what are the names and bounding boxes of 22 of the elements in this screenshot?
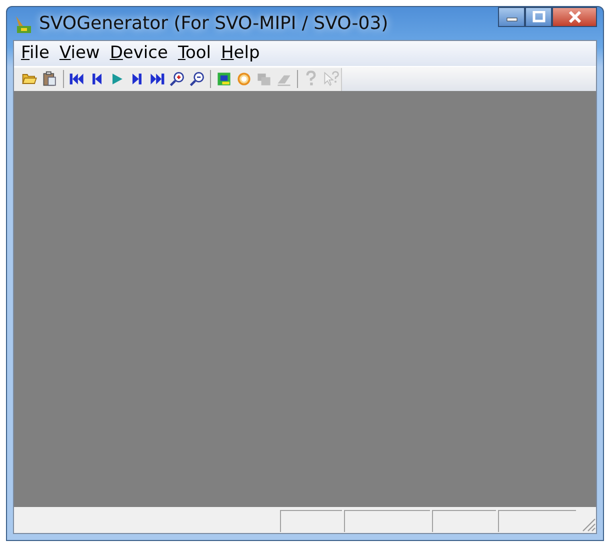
zoom-out-icon — [188, 70, 206, 88]
menu-item[interactable]: Device — [104, 40, 173, 66]
maximize-icon — [532, 11, 546, 23]
clipboard-icon — [41, 70, 59, 88]
app-icon — [13, 14, 33, 34]
toolbar-button[interactable] — [187, 69, 207, 89]
menu-item[interactable]: File — [16, 40, 54, 66]
close-icon — [566, 10, 582, 24]
toolbar-button[interactable] — [167, 69, 187, 89]
maximize-button[interactable] — [525, 7, 552, 27]
status-pane — [280, 510, 342, 532]
gear-icon — [235, 70, 253, 88]
window-title: SVOGenerator (For SVO-MIPI / SVO-03) — [39, 12, 388, 36]
zoom-in-icon — [168, 70, 186, 88]
circuit-board-icon — [215, 70, 233, 88]
minimize-button[interactable] — [498, 7, 525, 27]
menu-item[interactable]: Help — [216, 40, 265, 66]
close-button[interactable] — [552, 7, 597, 27]
menu-item[interactable]: View — [54, 40, 105, 66]
pointer-question-icon — [322, 70, 340, 88]
menu-item[interactable]: Tool — [172, 40, 216, 66]
status-pane — [432, 510, 496, 532]
